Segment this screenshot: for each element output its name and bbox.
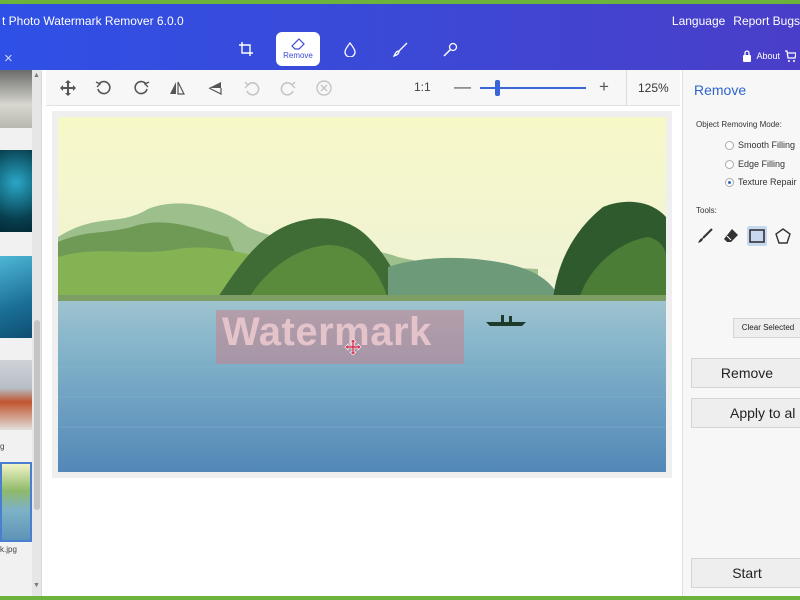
zoom-in-button[interactable]: + [599, 77, 609, 97]
undo-icon[interactable] [243, 79, 261, 97]
cart-icon [785, 50, 796, 62]
close-icon[interactable]: × [4, 50, 13, 67]
edge-filling-radio[interactable]: Edge Filling [725, 159, 785, 169]
divider [626, 70, 627, 106]
start-button[interactable]: Start [691, 558, 800, 588]
remove-mode-label: Remove [283, 51, 313, 60]
drop-mode-button[interactable] [330, 32, 370, 66]
crop-icon [239, 42, 253, 56]
frame-edge [0, 596, 800, 600]
move-cursor-icon [344, 338, 362, 356]
scroll-down-icon[interactable]: ▼ [33, 582, 40, 589]
texture-repair-radio[interactable]: Texture Repair [725, 177, 797, 187]
eraser-tool-icon[interactable] [721, 226, 741, 246]
about-label: About [756, 51, 780, 61]
radio-label: Smooth Filling [738, 140, 796, 150]
move-icon[interactable] [59, 79, 77, 97]
remove-mode-button[interactable]: Remove [276, 32, 320, 66]
zoom-level: 125% [638, 81, 669, 95]
brush-icon [392, 42, 407, 57]
mode-toolbar: Remove [226, 32, 470, 66]
brush-tool-icon[interactable] [695, 226, 715, 246]
cancel-icon[interactable] [315, 79, 333, 97]
rectangle-tool-icon[interactable] [747, 226, 767, 246]
zoom-out-button[interactable]: — [454, 77, 471, 97]
actual-size-button[interactable]: 1:1 [414, 80, 431, 94]
lock-icon [743, 50, 752, 62]
polygon-tool-icon[interactable] [773, 226, 793, 246]
eraser-icon [291, 38, 305, 50]
rotate-right-icon[interactable] [132, 79, 150, 97]
thumbnail-1[interactable] [0, 70, 32, 128]
rotate-left-icon[interactable] [95, 79, 113, 97]
report-bugs-link[interactable]: Report Bugs [733, 14, 800, 28]
top-links: Language Report Bugs [672, 14, 800, 28]
scroll-up-icon[interactable]: ▲ [33, 72, 40, 79]
brush-mode-button[interactable] [380, 32, 420, 66]
smooth-filling-radio[interactable]: Smooth Filling [725, 140, 795, 150]
scrollbar-thumb[interactable] [34, 320, 40, 510]
crop-mode-button[interactable] [226, 32, 266, 66]
panel-title: Remove [694, 82, 747, 98]
drop-icon [344, 41, 356, 57]
radio-dot-selected [725, 177, 734, 187]
radio-dot [725, 159, 734, 169]
thumbnail-caption: k.jpg [0, 545, 17, 554]
tools-label: Tools: [696, 206, 717, 215]
mode-label: Object Removing Mode: [696, 120, 782, 129]
thumbnail-5-selected[interactable] [0, 462, 32, 542]
radio-label: Edge Filling [738, 159, 786, 169]
radio-label: Texture Repair [738, 177, 797, 187]
pin-icon [442, 42, 457, 57]
zoom-slider-thumb[interactable] [494, 80, 500, 96]
remove-button[interactable]: Remove [691, 358, 800, 388]
photo-canvas[interactable] [58, 117, 666, 472]
watermark-text: Watermark [222, 310, 432, 354]
app-title: t Photo Watermark Remover 6.0.0 [2, 14, 184, 28]
apply-to-all-button[interactable]: Apply to al [691, 398, 800, 428]
language-link[interactable]: Language [672, 14, 725, 28]
clear-selected-button[interactable]: Clear Selected [733, 318, 800, 338]
thumbnail-3[interactable] [0, 256, 32, 338]
title-bar: t Photo Watermark Remover 6.0.0 Language… [0, 0, 800, 70]
image-toolbar: 1:1 — + 125% [46, 70, 680, 106]
lake-photo [58, 117, 666, 472]
pin-mode-button[interactable] [430, 32, 470, 66]
flip-horizontal-icon[interactable] [168, 79, 186, 97]
thumbnail-2[interactable] [0, 150, 32, 232]
radio-dot [725, 140, 734, 150]
flip-vertical-icon[interactable] [206, 79, 224, 97]
frame-edge [0, 0, 800, 4]
thumbnail-strip: g k.jpg ▲ ▼ [0, 70, 42, 596]
thumbnail-caption: g [0, 442, 5, 451]
remove-panel: Remove Object Removing Mode: Smooth Fill… [682, 70, 800, 596]
redo-icon[interactable] [279, 79, 297, 97]
thumbnail-4[interactable] [0, 360, 32, 430]
about-button[interactable]: About [742, 50, 796, 62]
